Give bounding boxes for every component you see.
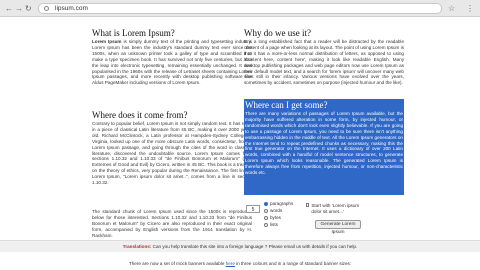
address-bar[interactable]: lipsum.com [38, 3, 442, 14]
generate-button[interactable]: Generate Lorem Ipsum [315, 220, 361, 235]
why-heading: Why do we use it? [244, 28, 311, 38]
url-text: lipsum.com [55, 5, 88, 12]
why-paragraph: It is a long established fact that a rea… [244, 39, 404, 86]
option-lists[interactable]: lists [264, 222, 278, 228]
amount-input[interactable]: 5 [246, 205, 260, 213]
banners-note: There are now a set of mock banners avai… [128, 261, 352, 266]
star-icon[interactable]: ☆ [448, 4, 455, 13]
where-section: Where does it come from? Contrary to pop… [92, 109, 252, 239]
info-icon[interactable] [44, 6, 49, 11]
radio-icon[interactable] [264, 216, 268, 220]
get-section-selected: Where can I get some? There are many var… [244, 99, 404, 195]
reload-icon[interactable]: ↻ [25, 4, 32, 13]
browser-toolbar: ← → ↻ lipsum.com ☆ ⋮ [0, 0, 480, 17]
translations-bar: Translations: Can you help translate thi… [0, 240, 480, 252]
arrow-right-icon[interactable]: → [15, 4, 23, 13]
translations-text: Can you help translate this site into a … [151, 244, 358, 249]
banners-link[interactable]: here [226, 261, 235, 266]
what-paragraph: Lorem Ipsum is simply dummy text of the … [92, 39, 252, 99]
translations-label: Translations: [122, 244, 152, 249]
option-words[interactable]: words [264, 208, 282, 214]
radio-icon[interactable] [264, 202, 268, 206]
option-paragraphs[interactable]: paragraphs [264, 201, 293, 207]
what-text: is simply dummy text of the printing and… [92, 39, 252, 86]
arrow-left-icon[interactable]: ← [5, 4, 13, 13]
get-paragraph: There are many variations of passages of… [245, 111, 403, 176]
start-with-lorem-checkbox[interactable]: Start with 'Lorem ipsum dolor sit amet..… [306, 203, 366, 215]
what-lead: Lorem Ipsum [92, 39, 122, 44]
radio-icon[interactable] [264, 209, 268, 213]
generator-form: 5 paragraphs words bytes lists Start wit… [246, 200, 396, 240]
get-heading: Where can I get some? [245, 100, 328, 110]
why-section: Why do we use it? It is a long establish… [244, 27, 404, 99]
page-content: What is Lorem Ipsum? Lorem Ipsum is simp… [0, 17, 480, 270]
where-heading: Where does it come from? [92, 110, 188, 120]
checkbox-icon[interactable] [306, 203, 310, 207]
option-bytes[interactable]: bytes [264, 215, 281, 221]
where-paragraph-2: The standard chunk of Lorem Ipsum used s… [92, 209, 252, 238]
what-heading: What is Lorem Ipsum? [92, 28, 175, 38]
menu-dots-icon[interactable]: ⋮ [466, 4, 474, 13]
where-paragraph-1: Contrary to popular belief, Lorem Ipsum … [92, 121, 252, 186]
radio-icon[interactable] [264, 223, 268, 227]
what-section: What is Lorem Ipsum? Lorem Ipsum is simp… [92, 27, 252, 99]
